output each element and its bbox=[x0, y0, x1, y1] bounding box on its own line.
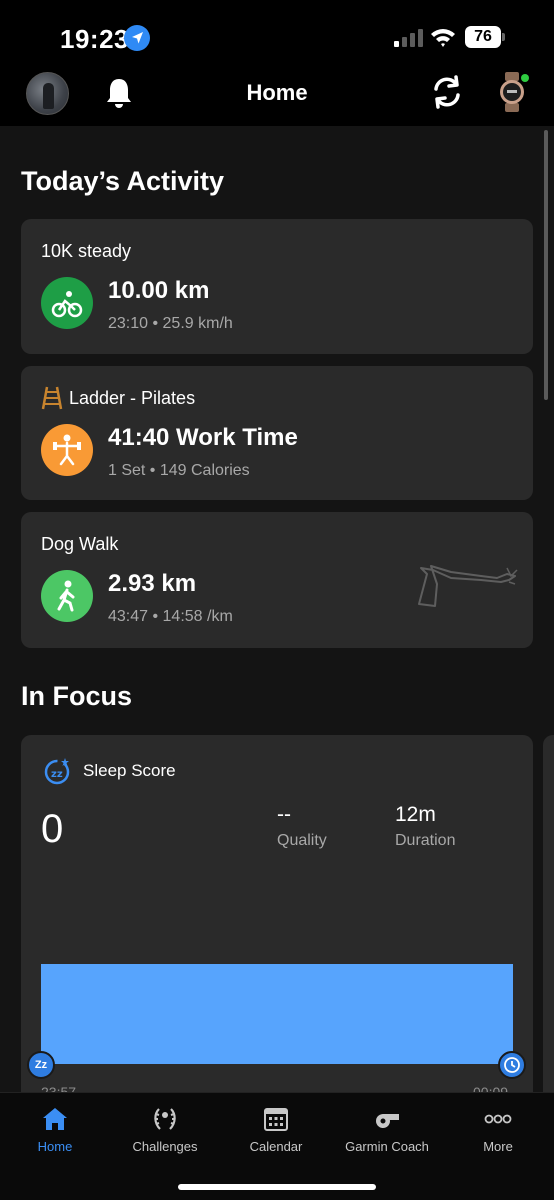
laurel-icon bbox=[154, 1108, 176, 1130]
calendar-icon bbox=[264, 1108, 288, 1131]
sync-icon[interactable] bbox=[429, 74, 465, 110]
activity-distance: 10.00 km bbox=[108, 277, 210, 304]
status-time: 19:23 bbox=[60, 24, 129, 54]
sleep-quality-value: -- bbox=[277, 803, 291, 826]
watch-icon[interactable] bbox=[494, 72, 530, 112]
cycling-icon bbox=[41, 277, 93, 329]
activity-card-cycling[interactable]: 10K steady 10.00 km 23:10 • 25.9 km/h bbox=[21, 219, 533, 354]
activity-stats: 23:10 • 25.9 km/h bbox=[108, 315, 233, 332]
tab-home[interactable]: Home bbox=[0, 1093, 110, 1163]
tab-calendar[interactable]: Calendar bbox=[221, 1093, 331, 1163]
tab-label: Calendar bbox=[249, 1139, 303, 1154]
status-bar: 19:23 76 bbox=[0, 0, 554, 70]
sleep-quality-label: Quality bbox=[277, 832, 327, 849]
activity-name: Ladder - Pilates bbox=[69, 388, 196, 408]
ladder-emoji-icon bbox=[41, 386, 63, 410]
next-focus-card-peek[interactable] bbox=[543, 735, 554, 1092]
sleep-icon: zz bbox=[44, 758, 70, 785]
sleep-duration-label: Duration bbox=[395, 832, 456, 849]
tab-label: More bbox=[483, 1139, 513, 1154]
home-indicator[interactable] bbox=[178, 1184, 376, 1190]
location-arrow-icon bbox=[124, 25, 150, 51]
activity-name: 10K steady bbox=[41, 241, 132, 261]
activity-name: Dog Walk bbox=[41, 534, 119, 554]
activity-stats: 1 Set • 149 Calories bbox=[108, 462, 250, 479]
tab-more[interactable]: More bbox=[443, 1093, 553, 1163]
svg-text:zz: zz bbox=[51, 769, 63, 780]
sleep-score-card[interactable]: zz Sleep Score 0 -- Quality 12m Duration… bbox=[21, 735, 533, 1092]
sleep-timeline-bar bbox=[41, 964, 513, 1064]
walking-icon bbox=[41, 570, 93, 622]
sleep-start-time: 23:57 bbox=[41, 1084, 77, 1092]
tab-garmin-coach[interactable]: Garmin Coach bbox=[332, 1093, 442, 1163]
activity-stats: 43:47 • 14:58 /km bbox=[108, 608, 233, 625]
tab-challenges[interactable]: Challenges bbox=[110, 1093, 220, 1163]
sleep-start-icon: Zz bbox=[27, 1051, 55, 1079]
activity-card-pilates[interactable]: Ladder - Pilates 41:40 Work Time 1 Set •… bbox=[21, 366, 533, 500]
activity-distance: 2.93 km bbox=[108, 570, 197, 597]
home-icon bbox=[43, 1108, 67, 1130]
todays-activity-title: Today’s Activity bbox=[21, 166, 225, 196]
battery-icon: 76 bbox=[465, 26, 505, 48]
sleep-score-title: Sleep Score bbox=[83, 761, 176, 780]
battery-level: 76 bbox=[465, 26, 501, 48]
activity-card-walking[interactable]: Dog Walk 2.93 km 43:47 • 14:58 /km bbox=[21, 512, 533, 648]
tab-label: Garmin Coach bbox=[345, 1139, 429, 1154]
app-header: Home bbox=[0, 70, 554, 126]
wake-clock-icon bbox=[498, 1051, 526, 1079]
tab-label: Challenges bbox=[132, 1139, 198, 1154]
tab-label: Home bbox=[37, 1139, 73, 1154]
cellular-signal-icon bbox=[394, 29, 423, 47]
route-map-thumbnail bbox=[418, 565, 518, 607]
sleep-end-time: 00:09 bbox=[473, 1084, 509, 1092]
scrollbar[interactable] bbox=[544, 130, 548, 400]
home-feed[interactable]: Today’s Activity 10K steady 10.00 km 23:… bbox=[0, 126, 554, 1092]
wifi-icon bbox=[431, 29, 455, 47]
page-title: Home bbox=[246, 80, 308, 105]
in-focus-title: In Focus bbox=[21, 681, 133, 711]
more-dots-icon bbox=[484, 1114, 512, 1124]
whistle-icon bbox=[376, 1114, 399, 1128]
strength-icon bbox=[41, 424, 93, 476]
sleep-duration-value: 12m bbox=[395, 803, 436, 826]
activity-work-time: 41:40 Work Time bbox=[108, 424, 298, 451]
sleep-score-value: 0 bbox=[41, 807, 64, 851]
